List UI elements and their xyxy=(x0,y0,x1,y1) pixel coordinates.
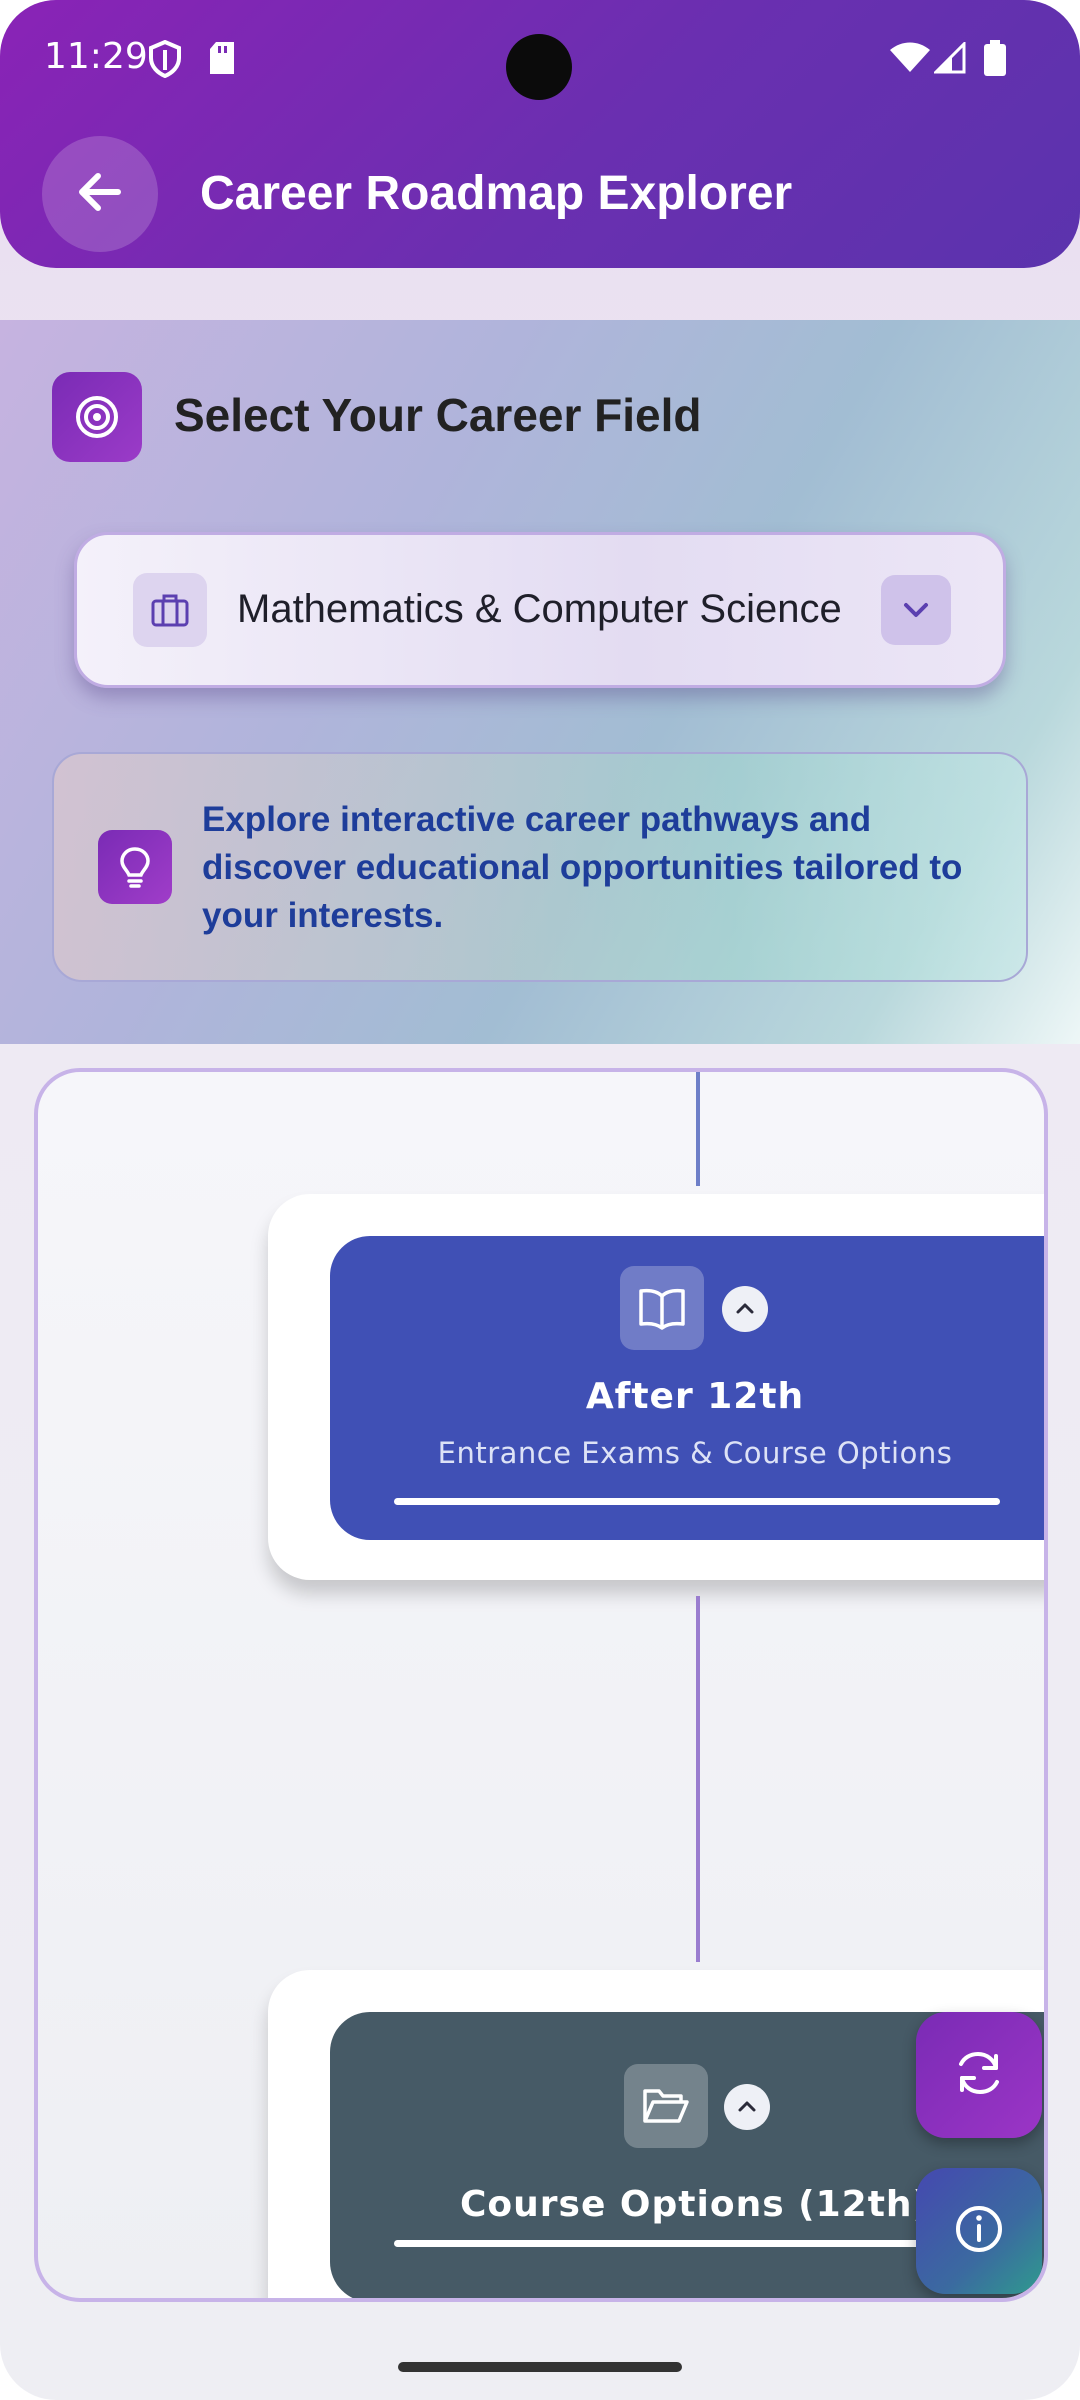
connector-line xyxy=(696,1072,700,1186)
camera-cutout xyxy=(506,34,572,100)
shield-icon xyxy=(148,39,182,83)
screen: 11:29 Career Roadmap Explorer Select You… xyxy=(0,0,1080,2400)
signal-icon xyxy=(932,40,966,79)
tip-text: Explore interactive career pathways and … xyxy=(202,800,963,935)
roadmap-canvas[interactable]: After 12th Entrance Exams & Course Optio… xyxy=(34,1068,1048,2302)
briefcase-icon xyxy=(133,573,207,647)
progress-bar xyxy=(394,2240,954,2247)
info-icon xyxy=(952,2202,1006,2261)
progress-bar xyxy=(394,1498,1000,1505)
info-tip-box: Explore interactive career pathways and … xyxy=(52,752,1028,982)
chevron-down-icon[interactable] xyxy=(881,575,951,645)
section-title: Select Your Career Field xyxy=(174,389,702,441)
back-button[interactable] xyxy=(42,136,158,252)
folder-open-icon xyxy=(624,2064,708,2148)
refresh-button[interactable] xyxy=(916,2012,1042,2138)
career-field-dropdown[interactable]: Mathematics & Computer Science xyxy=(74,532,1006,688)
info-button[interactable] xyxy=(916,2168,1042,2294)
chevron-up-icon[interactable] xyxy=(724,2084,770,2130)
wifi-icon xyxy=(890,42,930,79)
dropdown-selected-value: Mathematics & Computer Science xyxy=(237,587,842,631)
stage-card-after-12th[interactable]: After 12th Entrance Exams & Course Optio… xyxy=(330,1236,1044,1540)
book-open-icon xyxy=(620,1266,704,1350)
home-indicator[interactable] xyxy=(398,2362,682,2372)
app-bar: 11:29 Career Roadmap Explorer xyxy=(0,0,1080,268)
connector-line xyxy=(696,1596,700,1962)
sd-card-icon xyxy=(208,40,236,81)
refresh-icon xyxy=(952,2046,1006,2105)
arrow-left-icon xyxy=(72,164,128,225)
stage-title: After 12th xyxy=(585,1376,805,1417)
lightbulb-icon xyxy=(98,830,172,904)
chevron-up-icon[interactable] xyxy=(722,1286,768,1332)
career-field-panel: Select Your Career Field Mathematics & C… xyxy=(0,320,1080,1044)
stage-subtitle: Entrance Exams & Course Options xyxy=(437,1436,953,1470)
page-title: Career Roadmap Explorer xyxy=(200,167,793,220)
status-time: 11:29 xyxy=(44,36,148,77)
target-icon xyxy=(52,372,142,462)
status-bar: 11:29 xyxy=(0,0,1080,120)
battery-icon xyxy=(984,40,1006,81)
